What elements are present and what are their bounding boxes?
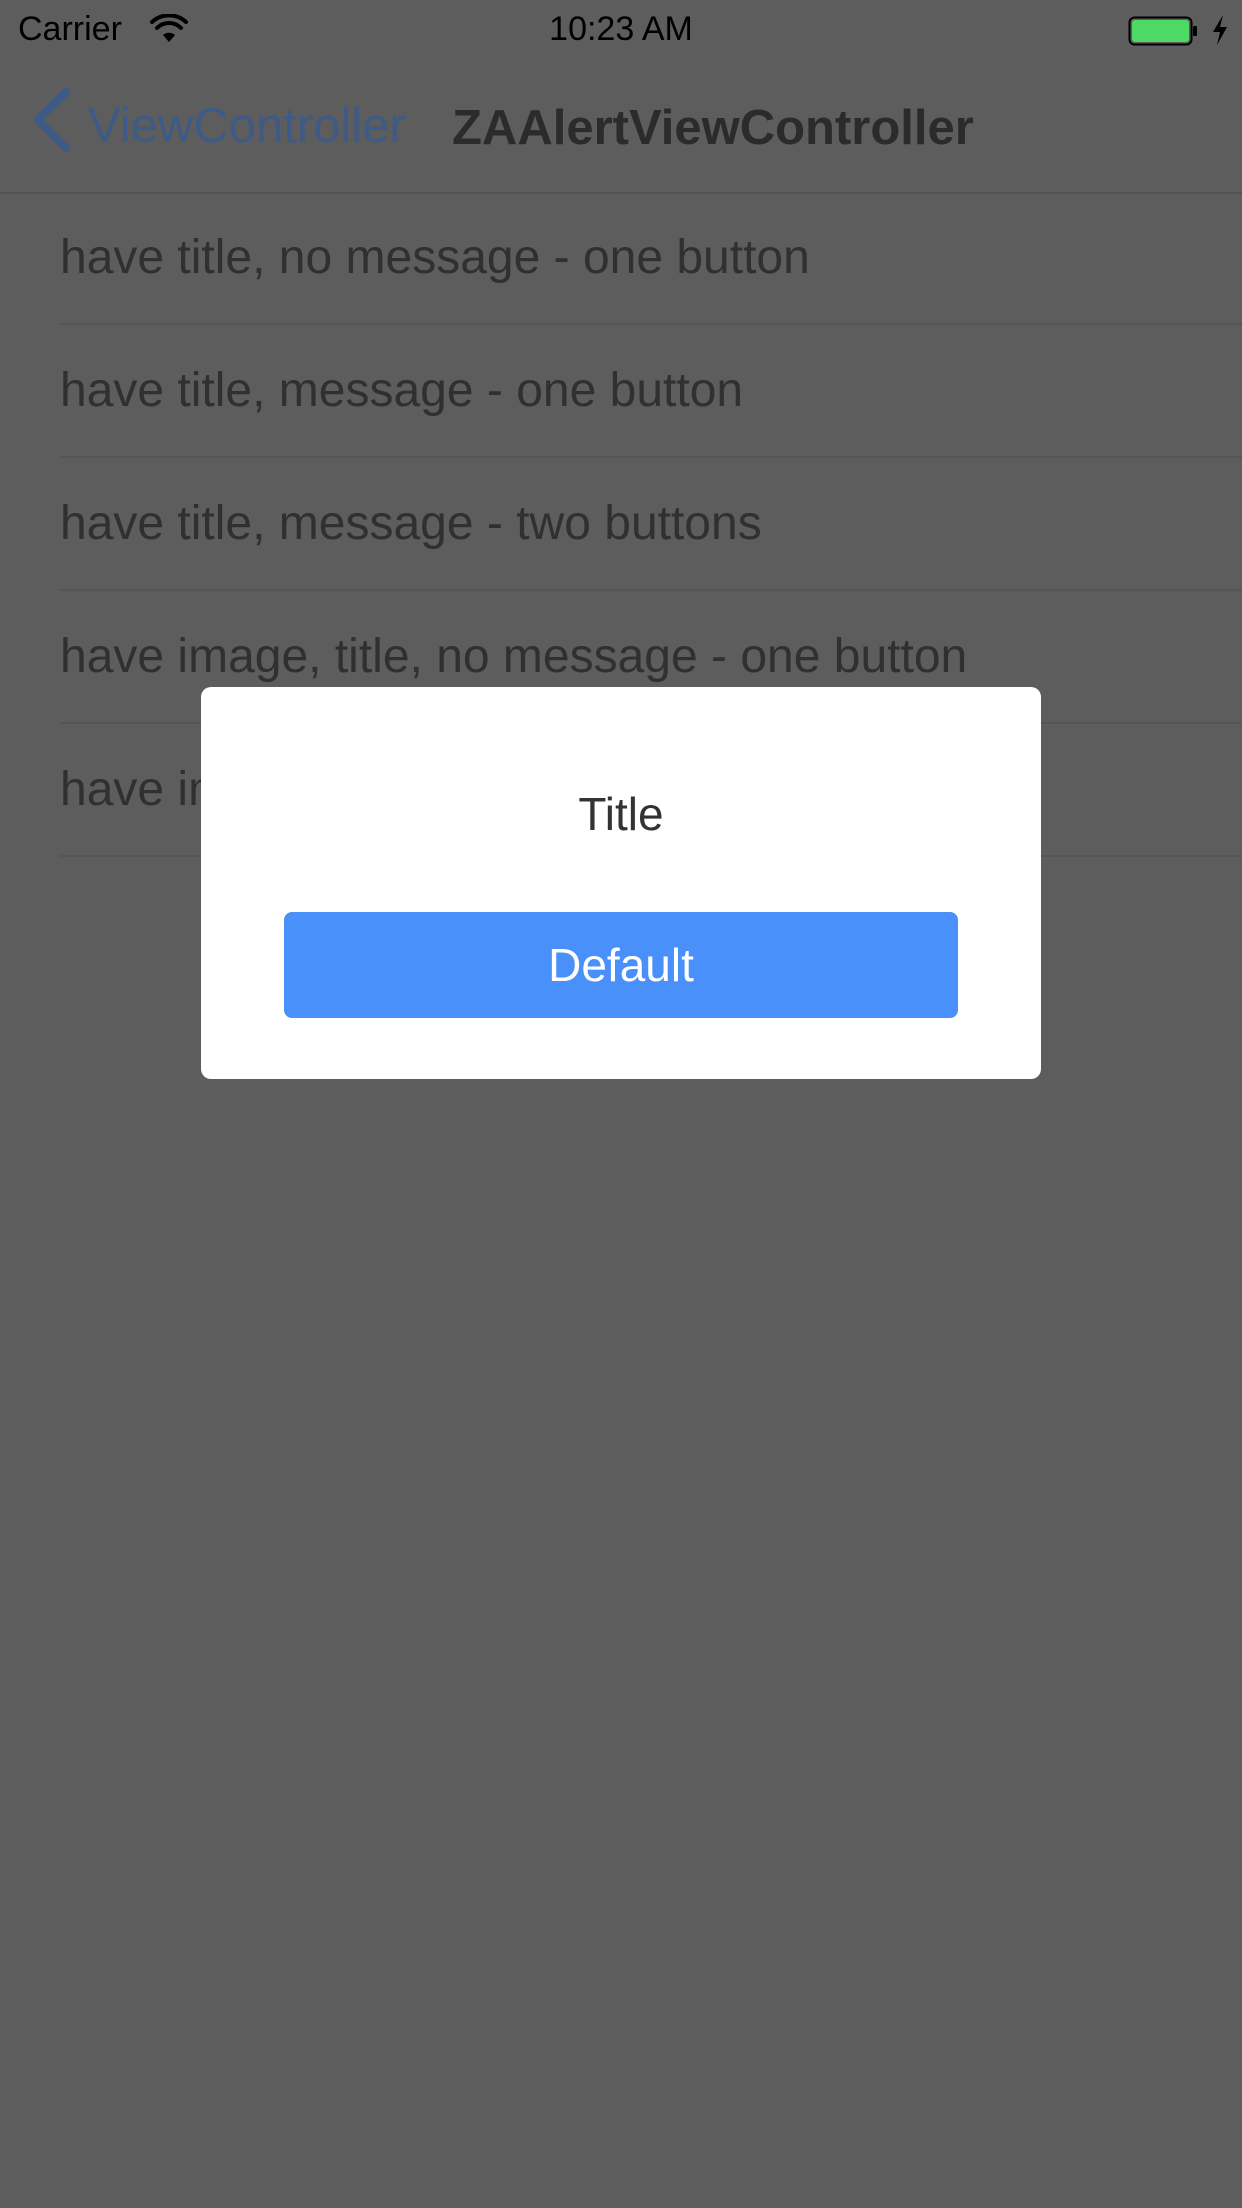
default-button[interactable]: Default xyxy=(284,912,958,1018)
page-title: ZAAlertViewController xyxy=(452,101,974,155)
list-item-label: have title, no message - one button xyxy=(60,231,810,284)
back-button-label: ViewController xyxy=(88,99,406,153)
chevron-left-icon xyxy=(32,88,72,164)
alert-title: Title xyxy=(578,788,664,840)
list-item-label: have title, message - one button xyxy=(60,364,744,417)
battery-icon xyxy=(1128,16,1198,57)
list-item[interactable]: have title, message - two buttons xyxy=(60,458,1242,591)
back-button[interactable]: ViewController xyxy=(32,88,406,160)
navigation-bar: ViewController ZAAlertViewController xyxy=(0,60,1242,194)
alert-dialog: Title Default xyxy=(201,687,1041,1079)
list-item-label: have title, message - two buttons xyxy=(60,497,762,550)
list-item[interactable]: have title, message - one button xyxy=(60,325,1242,458)
list-item[interactable]: have title, no message - one button xyxy=(60,192,1242,325)
charging-bolt-icon xyxy=(1210,14,1230,55)
status-time: 10:23 AM xyxy=(549,10,693,48)
list-item-label: have image, title, no message - one butt… xyxy=(60,630,968,683)
status-bar: Carrier 10:23 AM xyxy=(0,0,1242,60)
